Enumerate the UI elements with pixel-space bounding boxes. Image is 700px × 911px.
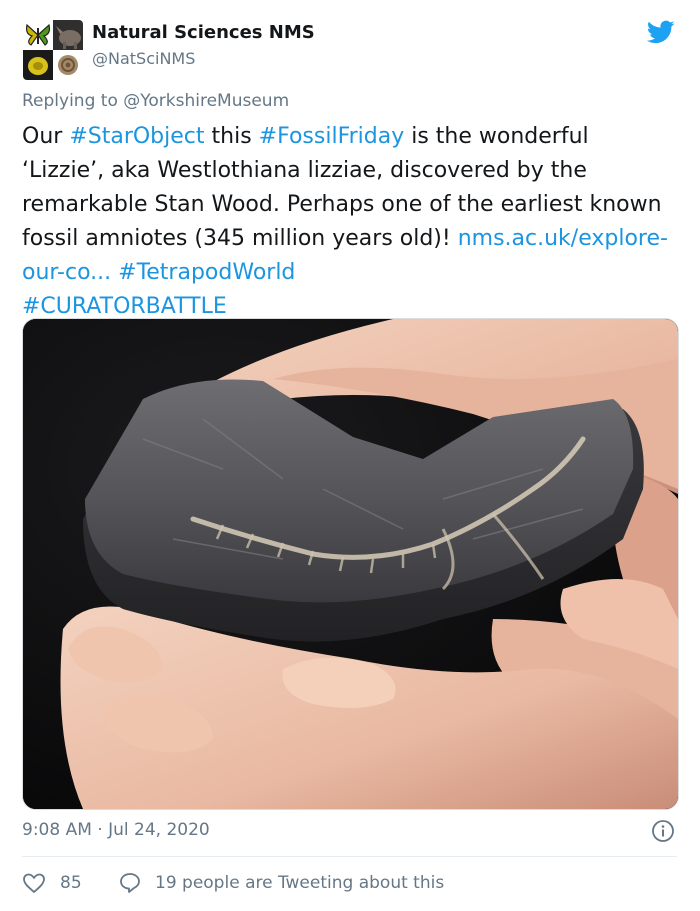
hashtag-curatorbattle-link[interactable]: #CURATORBATTLE <box>22 294 227 319</box>
tweet-text-segment: this <box>204 124 259 149</box>
speech-bubble-icon[interactable] <box>118 871 142 895</box>
tweet-text: Our #StarObject this #FossilFriday is th… <box>22 120 672 324</box>
divider <box>22 856 677 857</box>
avatar-rhino-tile <box>53 20 83 50</box>
replying-to-handle-link[interactable]: @YorkshireMuseum <box>123 91 289 111</box>
replying-to-prefix: Replying to <box>22 91 124 111</box>
replying-to: Replying to @YorkshireMuseum <box>22 91 289 111</box>
info-icon[interactable] <box>651 819 675 843</box>
heart-icon[interactable] <box>22 872 46 894</box>
avatar-ammonite-tile <box>53 50 83 80</box>
tweeting-about-link[interactable]: 19 people are Tweeting about this <box>155 873 444 893</box>
fossil-in-hands-image <box>23 319 678 809</box>
hashtag-starobject-link[interactable]: #StarObject <box>69 124 204 149</box>
account-handle[interactable]: @NatSciNMS <box>92 49 195 68</box>
hashtag-fossilfriday-link[interactable]: #FossilFriday <box>259 124 405 149</box>
twitter-bird-icon[interactable] <box>645 18 677 46</box>
avatar[interactable] <box>23 20 83 80</box>
avatar-butterfly-tile <box>23 20 53 50</box>
like-count[interactable]: 85 <box>60 873 82 893</box>
hashtag-tetrapodworld-link[interactable]: #TetrapodWorld <box>118 260 295 285</box>
avatar-beetle-tile <box>23 50 53 80</box>
tweet-text-segment: Our <box>22 124 70 149</box>
tweet-timestamp[interactable]: 9:08 AM · Jul 24, 2020 <box>22 820 210 840</box>
tweet-photo[interactable] <box>22 318 679 810</box>
account-name[interactable]: Natural Sciences NMS <box>92 22 315 43</box>
